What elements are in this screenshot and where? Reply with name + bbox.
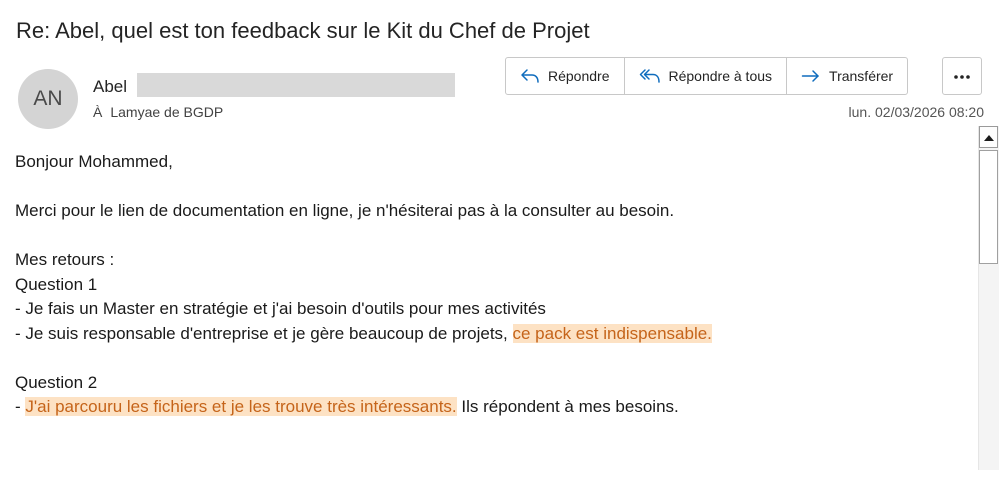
more-actions-button[interactable] <box>942 57 982 95</box>
q2-line1: - J'ai parcouru les fichiers et je les t… <box>15 395 965 420</box>
question1-header: Question 1 <box>15 274 98 294</box>
greeting-line: Bonjour Mohammed, <box>15 152 173 171</box>
more-dots-icon <box>953 67 971 85</box>
question2-header: Question 2 <box>15 372 98 392</box>
forward-label: Transférer <box>829 68 894 84</box>
reply-all-label: Répondre à tous <box>668 68 773 84</box>
scroll-up-button[interactable] <box>979 126 998 148</box>
forward-arrow-icon <box>801 68 821 84</box>
q1-line2: - Je suis responsable d'entreprise et je… <box>15 322 965 347</box>
q2-line1-highlight: J'ai parcouru les fichiers et je les tro… <box>25 397 457 416</box>
reply-arrow-icon <box>520 68 540 84</box>
q1-line1: - Je fais un Master en stratégie et j'ai… <box>15 299 546 318</box>
vertical-scrollbar[interactable] <box>978 126 999 470</box>
scroll-thumb[interactable] <box>979 150 998 264</box>
email-subject: Re: Abel, quel est ton feedback sur le K… <box>16 18 590 43</box>
thanks-line: Merci pour le lien de documentation en l… <box>15 201 675 220</box>
reply-label: Répondre <box>548 68 610 84</box>
reply-button[interactable]: Répondre <box>506 58 625 94</box>
q1-line2-highlight: ce pack est indispensable. <box>512 323 712 343</box>
sender-avatar[interactable]: AN <box>18 69 78 129</box>
recipient-line: À Lamyae de BGDP <box>93 104 223 120</box>
reply-all-arrow-icon <box>639 68 661 84</box>
email-body: Bonjour Mohammed, Merci pour le lien de … <box>15 150 965 420</box>
q2-line1-suffix: Ils répondent à mes besoins. <box>456 397 679 416</box>
q2-line1-prefix: - <box>15 397 26 416</box>
avatar-initials: AN <box>33 87 63 110</box>
scroll-up-arrow-icon <box>983 128 994 146</box>
recipient-name[interactable]: Lamyae de BGDP <box>110 104 223 120</box>
reply-all-button[interactable]: Répondre à tous <box>625 58 788 94</box>
retours-header: Mes retours : <box>15 250 115 269</box>
sender-name[interactable]: Abel <box>93 77 127 97</box>
message-datetime: lun. 02/03/2026 08:20 <box>848 104 984 120</box>
q1-line2-prefix: - Je suis responsable d'entreprise et je… <box>15 323 513 343</box>
forward-button[interactable]: Transférer <box>787 58 907 94</box>
message-actions-group: Répondre Répondre à tous Transférer <box>505 57 909 95</box>
to-prefix: À <box>93 104 103 120</box>
sender-email-redacted <box>137 73 455 97</box>
